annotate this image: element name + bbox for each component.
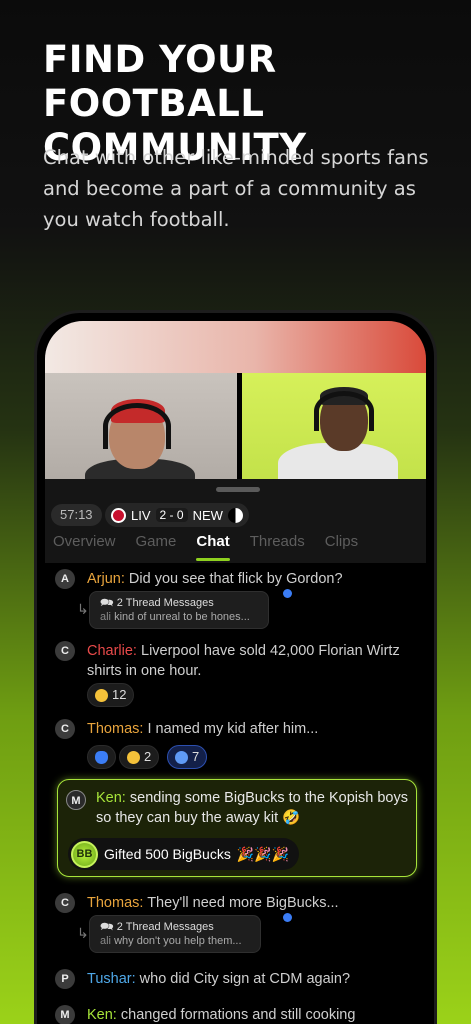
thread-title: 🗪 2 Thread Messages [100, 597, 214, 609]
avatar[interactable]: C [55, 641, 75, 661]
avatar[interactable]: C [55, 893, 75, 913]
message-text: I named my kid after him... [147, 721, 319, 737]
username[interactable]: Thomas: [87, 895, 143, 911]
home-score: 2 [159, 508, 167, 522]
message-text: They'll need more BigBucks... [147, 895, 339, 911]
username[interactable]: Arjun: [87, 571, 125, 587]
tab-chat[interactable]: Chat [196, 533, 231, 561]
avatar[interactable]: C [55, 719, 75, 739]
party-emoji-icons: 🎉🎉🎉 [236, 845, 290, 862]
username[interactable]: Ken: [96, 790, 126, 806]
username[interactable]: Charlie: [87, 643, 137, 659]
gift-label: Gifted 500 BigBucks [104, 846, 231, 862]
reaction-chip[interactable]: 12 [87, 683, 135, 707]
unread-dot [283, 913, 292, 922]
avatar[interactable]: M [55, 1005, 75, 1024]
message-text: sending some BigBucks to the Kopish boys… [96, 790, 408, 826]
username[interactable]: Ken: [87, 1007, 117, 1023]
tab-threads[interactable]: Threads [250, 533, 305, 561]
liverpool-crest-icon [111, 507, 126, 523]
message-text: who did City sign at CDM again? [139, 971, 351, 987]
score: 2 - 0 [155, 508, 188, 522]
chat-message: A Arjun: Did you see that flick by Gordo… [55, 569, 425, 589]
reaction-chip[interactable] [87, 745, 116, 769]
gift-badge[interactable]: BB Gifted 500 BigBucks 🎉🎉🎉 [68, 838, 300, 870]
message-text: Did you see that flick by Gordon? [128, 571, 343, 587]
video-stream-top [45, 321, 426, 373]
tab-bar: Overview Game Chat Threads Clips [45, 533, 426, 561]
username[interactable]: Tushar: [87, 971, 136, 987]
webcam-left [45, 373, 237, 479]
blue-heart-icon [95, 750, 108, 764]
tab-overview[interactable]: Overview [53, 533, 116, 561]
chat-message: C Thomas: They'll need more BigBucks... [55, 893, 425, 913]
thread-icon: 🗪 [100, 597, 114, 609]
thread-icon: 🗪 [100, 921, 114, 933]
match-timer: 57:13 [51, 504, 102, 526]
thread-preview-user: ali [100, 611, 112, 623]
smile-emoji-icon [95, 688, 108, 702]
avatar[interactable]: P [55, 969, 75, 989]
unread-dot [283, 589, 292, 598]
chat-message: C Charlie: Liverpool have sold 42,000 Fl… [55, 641, 425, 681]
drag-handle[interactable] [216, 487, 260, 492]
phone-mockup: 57:13 LIV 2 - 0 NEW Overview Game Chat T… [34, 310, 437, 1024]
webcam-right [242, 373, 426, 479]
home-team: LIV [131, 507, 151, 523]
thread-reply-arrow-icon: ↳ [77, 601, 89, 617]
message-text: changed formations and still cooking [120, 1007, 356, 1023]
gift-message-card: M Ken: sending some BigBucks to the Kopi… [57, 779, 417, 877]
bigbucks-coin-icon: BB [71, 840, 98, 868]
thread-reply-arrow-icon: ↳ [77, 925, 89, 941]
avatar[interactable]: A [55, 569, 75, 589]
thread-preview-text: kind of unreal to be hones... [114, 611, 250, 623]
away-score: 0 [176, 508, 184, 522]
thread-preview-user: ali [100, 935, 112, 947]
score-separator: - [169, 508, 174, 522]
username[interactable]: Thomas: [87, 721, 143, 737]
chat-list[interactable]: A Arjun: Did you see that flick by Gordo… [45, 563, 426, 1024]
blue-mask-emoji-icon [175, 750, 188, 764]
thread-preview[interactable]: 🗪 2 Thread Messages ali kind of unreal t… [89, 591, 269, 629]
chat-message: P Tushar: who did City sign at CDM again… [55, 969, 425, 989]
chat-message: M Ken: changed formations and still cook… [55, 1005, 425, 1024]
tab-clips[interactable]: Clips [325, 533, 358, 561]
tab-game[interactable]: Game [136, 533, 177, 561]
laughing-emoji-icon [127, 750, 140, 764]
away-team: NEW [192, 507, 223, 523]
avatar[interactable]: M [66, 790, 86, 810]
phone-screen: 57:13 LIV 2 - 0 NEW Overview Game Chat T… [45, 321, 426, 1024]
newcastle-crest-icon [227, 507, 243, 523]
thread-preview[interactable]: 🗪 2 Thread Messages ali why don't you he… [89, 915, 261, 953]
scoreboard: LIV 2 - 0 NEW [105, 503, 249, 527]
subtitle: Chat with other like-minded sports fans … [43, 146, 429, 231]
thread-preview-text: why don't you help them... [114, 935, 242, 947]
reaction-chip-selected[interactable]: 7 [167, 745, 208, 769]
reaction-chip[interactable]: 2 [119, 745, 160, 769]
chat-message: C Thomas: I named my kid after him... [55, 719, 425, 739]
thread-title: 🗪 2 Thread Messages [100, 921, 214, 933]
